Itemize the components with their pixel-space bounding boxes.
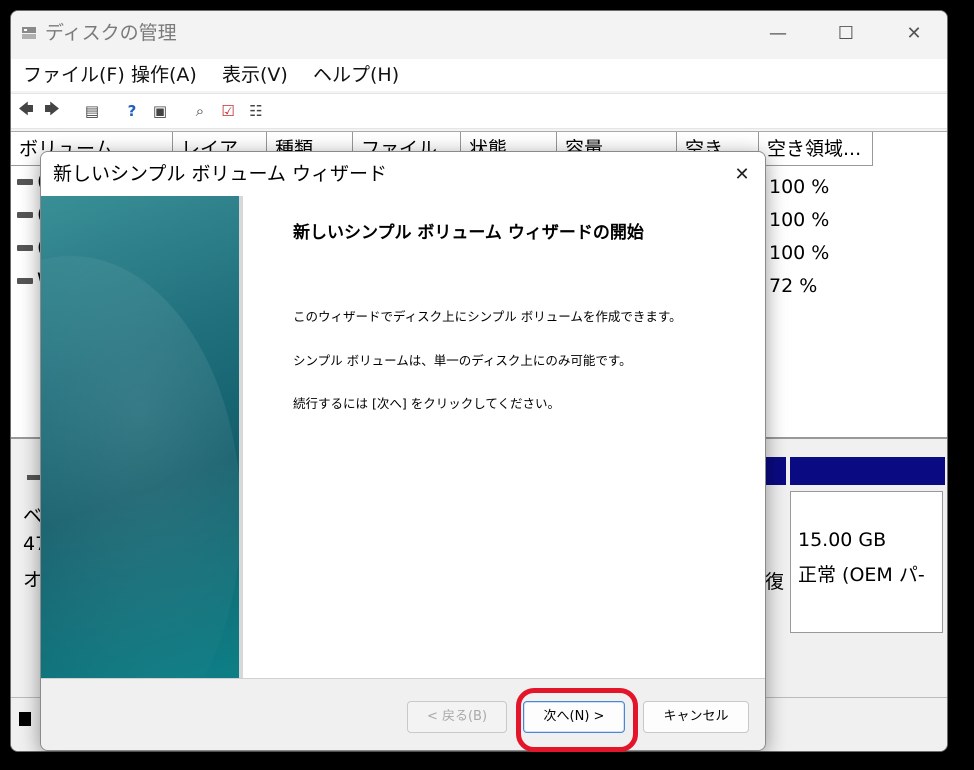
volume-icon	[17, 212, 33, 218]
partition-separator	[786, 457, 790, 485]
toolbar: 🡄 🡆 ▤ ? ▣ ⌕ ☑ ☷	[11, 93, 947, 129]
row-free-pct[interactable]: 72 %	[769, 274, 817, 298]
action-pane-icon[interactable]: ▣	[149, 100, 171, 122]
menu-help[interactable]: ヘルプ(H)	[313, 63, 399, 87]
minimize-icon: —	[769, 22, 787, 44]
row-free-pct[interactable]: 100 %	[769, 208, 829, 232]
maximize-icon: ☐	[837, 22, 855, 44]
back-button[interactable]: < 戻る(B)	[407, 701, 507, 733]
volume-icon	[17, 278, 33, 284]
partition-size: 15.00 GB	[798, 529, 887, 551]
menu-view[interactable]: 表示(V)	[222, 63, 288, 87]
row-free-pct[interactable]: 100 %	[769, 241, 829, 265]
menu-bar: ファイル(F) 操作(A) 表示(V) ヘルプ(H)	[11, 59, 947, 91]
checklist-icon[interactable]: ☑	[217, 100, 239, 122]
cancel-button[interactable]: キャンセル	[643, 701, 749, 733]
row-free-pct[interactable]: 100 %	[769, 175, 829, 199]
partition-header-bar	[751, 457, 945, 485]
help-icon[interactable]: ?	[121, 100, 143, 122]
wizard-side-banner	[41, 196, 241, 750]
disk-management-icon	[22, 27, 36, 39]
close-button[interactable]: ✕	[891, 19, 937, 47]
volume-icon	[17, 245, 33, 251]
app-title: ディスクの管理	[45, 22, 177, 44]
partition-status: 正常 (OEM パ-	[798, 564, 925, 586]
legend-swatch	[19, 712, 31, 726]
menu-file[interactable]: ファイル(F)	[23, 63, 125, 87]
close-icon: ✕	[734, 163, 750, 185]
next-button-highlight	[516, 688, 638, 752]
console-tree-icon[interactable]: ▤	[81, 100, 103, 122]
column-free-pct[interactable]: 空き領域...	[759, 132, 873, 166]
properties-icon[interactable]: ☷	[245, 100, 267, 122]
wizard-heading: 新しいシンプル ボリューム ウィザードの開始	[293, 223, 644, 243]
back-arrow-icon[interactable]: 🡄	[15, 100, 37, 122]
menu-action[interactable]: 操作(A)	[131, 63, 197, 87]
minimize-button[interactable]: —	[755, 19, 801, 47]
wizard-close-button[interactable]: ✕	[725, 160, 759, 188]
maximize-button[interactable]: ☐	[823, 19, 869, 47]
wizard-paragraph-1: このウィザードでディスク上にシンプル ボリュームを作成できます。	[293, 309, 682, 324]
wizard-paragraph-3: 続行するには [次へ] をクリックしてください。	[293, 396, 560, 411]
connect-icon[interactable]: ⌕	[189, 100, 211, 122]
wizard-content	[239, 196, 765, 678]
title-bar: ディスクの管理 — ☐ ✕	[11, 11, 947, 55]
wizard-title-bar: 新しいシンプル ボリューム ウィザード ✕	[41, 152, 765, 196]
close-icon: ✕	[906, 22, 922, 44]
partition-partial-text: 復	[765, 571, 785, 593]
volume-icon	[17, 179, 33, 185]
wizard-paragraph-2: シンプル ボリュームは、単一のディスク上にのみ可能です。	[293, 353, 632, 368]
wizard-title: 新しいシンプル ボリューム ウィザード	[53, 163, 387, 185]
new-simple-volume-wizard: 新しいシンプル ボリューム ウィザード ✕ 新しいシンプル ボリューム ウィザー…	[40, 151, 766, 751]
banner-decoration	[41, 256, 241, 750]
forward-arrow-icon[interactable]: 🡆	[41, 100, 63, 122]
